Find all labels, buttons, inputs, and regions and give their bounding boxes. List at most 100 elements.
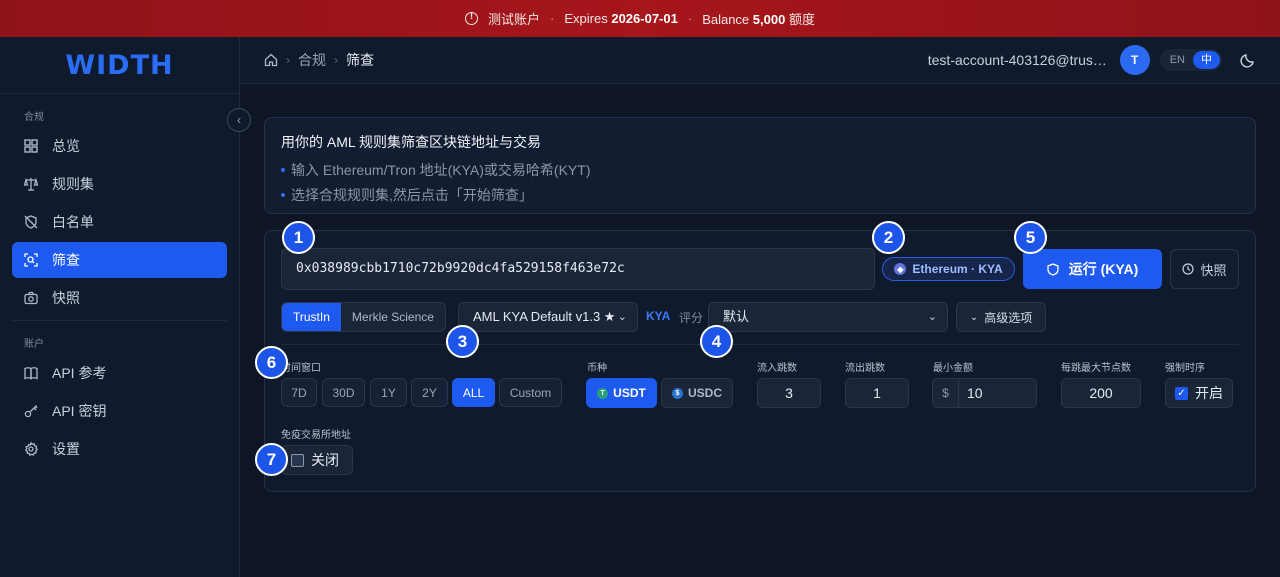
min-amount-label: 最小金额 [933, 363, 973, 374]
chevron-left-icon: ‹ [237, 113, 241, 127]
time-window-7d[interactable]: 7D [281, 378, 317, 407]
camera-icon [24, 291, 38, 305]
banner-balance: Balance 5,000 额度 [702, 12, 815, 27]
scale-icon [24, 177, 38, 191]
currency-prefix: $ [933, 379, 959, 407]
step-marker-4: 4 [700, 325, 733, 358]
in-hops-label: 流入跳数 [757, 363, 797, 374]
chain-badge: ◆ Ethereum · KYA [882, 257, 1015, 281]
kya-tag: KYA [646, 309, 671, 323]
out-hops-input[interactable]: 1 [845, 378, 909, 408]
step-marker-2: 2 [872, 221, 905, 254]
currency-usdt[interactable]: T USDT [586, 378, 657, 408]
banner-account-label: 测试账户 [488, 12, 541, 27]
instructions-title: 用你的 AML 规则集筛查区块链地址与交易 [281, 134, 542, 150]
provider-trustin[interactable]: TrustIn [282, 303, 341, 331]
usdc-icon: $ [671, 387, 683, 399]
sidebar-item-label: 规则集 [52, 176, 94, 192]
form-divider [281, 344, 1239, 345]
instruction-line: 选择合规规则集,然后点击「开始筛查」 [281, 185, 1239, 205]
top-header: › 合规 › 筛查 test-account-403126@trustin.in… [240, 37, 1280, 84]
sidebar-item-whitelist[interactable]: 白名单 [12, 204, 227, 240]
checkbox-unchecked-icon[interactable] [291, 453, 304, 467]
sidebar: WIDTH 合规 总览 规则集 白名单 筛查 快照 账户 API 参考 API … [0, 37, 240, 577]
max-nodes-label: 每跳最大节点数 [1061, 363, 1131, 374]
max-nodes-input[interactable]: 200 [1061, 378, 1141, 408]
scan-search-icon [24, 253, 38, 267]
sidebar-item-label: 总览 [52, 138, 80, 154]
sidebar-item-label: 快照 [52, 290, 80, 306]
address-input[interactable]: 0x038989cbb1710c72b9920dc4fa529158f463e7… [281, 248, 875, 290]
clock-icon [1182, 263, 1195, 275]
sidebar-item-label: 白名单 [52, 214, 94, 230]
strict-order-toggle[interactable]: ✓ 开启 [1165, 378, 1233, 408]
chevron-right-icon: › [334, 53, 338, 67]
step-marker-7: 7 [255, 443, 288, 476]
lang-en[interactable]: EN [1162, 51, 1193, 69]
breadcrumb: › 合规 › 筛查 [264, 50, 374, 70]
in-hops-input[interactable]: 3 [757, 378, 821, 408]
step-marker-5: 5 [1014, 221, 1047, 254]
chevron-down-icon: ⌄ [969, 311, 979, 323]
sidebar-item-settings[interactable]: 设置 [12, 431, 227, 467]
moon-icon[interactable] [1240, 52, 1256, 68]
time-window-2y[interactable]: 2Y [411, 378, 448, 407]
time-window-1y[interactable]: 1Y [370, 378, 407, 407]
score-select[interactable]: 默认 ⌄ [708, 302, 948, 332]
currency-usdc[interactable]: $ USDC [661, 378, 733, 408]
time-window-all[interactable]: ALL [452, 378, 495, 407]
sidebar-item-rulesets[interactable]: 规则集 [12, 166, 227, 202]
shield-off-icon [24, 215, 38, 229]
chevron-down-icon: ⌄ [617, 311, 627, 323]
strict-order-label: 强制时序 [1165, 363, 1205, 374]
sidebar-section-compliance: 合规 [24, 112, 44, 123]
sidebar-section-account: 账户 [24, 339, 44, 350]
step-marker-1: 1 [282, 221, 315, 254]
time-window-custom[interactable]: Custom [499, 378, 562, 407]
min-amount-field[interactable]: $ 10 [932, 378, 1037, 408]
exempt-exchange-toggle[interactable]: 关闭 [281, 445, 353, 475]
grid-icon [24, 139, 38, 153]
language-switch[interactable]: EN 中 [1159, 49, 1222, 71]
sidebar-item-label: API 密钥 [52, 403, 107, 419]
checkbox-checked-icon[interactable]: ✓ [1175, 386, 1188, 400]
sidebar-item-label: API 参考 [52, 365, 107, 381]
provider-toggle[interactable]: TrustIn Merkle Science [281, 302, 446, 332]
sidebar-item-label: 设置 [52, 441, 80, 457]
time-window-30d[interactable]: 30D [322, 378, 365, 407]
ethereum-icon: ◆ [894, 263, 907, 275]
alert-circle-icon [465, 11, 478, 25]
sidebar-item-snapshots[interactable]: 快照 [12, 280, 227, 316]
step-marker-3: 3 [446, 325, 479, 358]
step-marker-6: 6 [255, 346, 288, 379]
avatar[interactable]: T [1119, 45, 1150, 75]
banner-expires: Expires 2026-07-01 [564, 11, 678, 26]
instructions-card: 用你的 AML 规则集筛查区块链地址与交易 输入 Ethereum/Tron 地… [264, 117, 1256, 214]
usdt-icon: T [597, 387, 609, 399]
sidebar-item-overview[interactable]: 总览 [12, 128, 227, 164]
shield-icon [1047, 262, 1059, 276]
min-amount-input[interactable]: 10 [959, 379, 1036, 407]
book-icon [24, 366, 38, 380]
run-button[interactable]: 运行 (KYA) [1023, 249, 1162, 289]
key-icon [24, 404, 38, 418]
breadcrumb-compliance[interactable]: 合规 [298, 50, 326, 70]
sidebar-item-api-reference[interactable]: API 参考 [12, 355, 227, 391]
lang-zh[interactable]: 中 [1193, 51, 1220, 69]
instruction-line: 输入 Ethereum/Tron 地址(KYA)或交易哈希(KYT) [281, 160, 1239, 180]
sidebar-item-label: 筛查 [52, 252, 80, 268]
sidebar-collapse-button[interactable]: ‹ [227, 108, 251, 132]
snapshot-button[interactable]: 快照 [1170, 249, 1239, 289]
ruleset-select[interactable]: AML KYA Default v1.3 ★ ⌄ [458, 302, 638, 332]
account-email[interactable]: test-account-403126@trustin.info [928, 52, 1110, 68]
score-label: 评分 [679, 311, 704, 325]
home-icon[interactable] [264, 53, 278, 67]
app-logo[interactable]: WIDTH [0, 37, 239, 94]
gear-icon [24, 442, 38, 456]
advanced-options-button[interactable]: ⌄ 高级选项 [956, 302, 1046, 332]
chevron-right-icon: › [286, 53, 290, 67]
provider-merkle-science[interactable]: Merkle Science [341, 303, 445, 331]
sidebar-item-screening[interactable]: 筛查 [12, 242, 227, 278]
sidebar-item-api-keys[interactable]: API 密钥 [12, 393, 227, 429]
breadcrumb-current: 筛查 [346, 52, 374, 68]
